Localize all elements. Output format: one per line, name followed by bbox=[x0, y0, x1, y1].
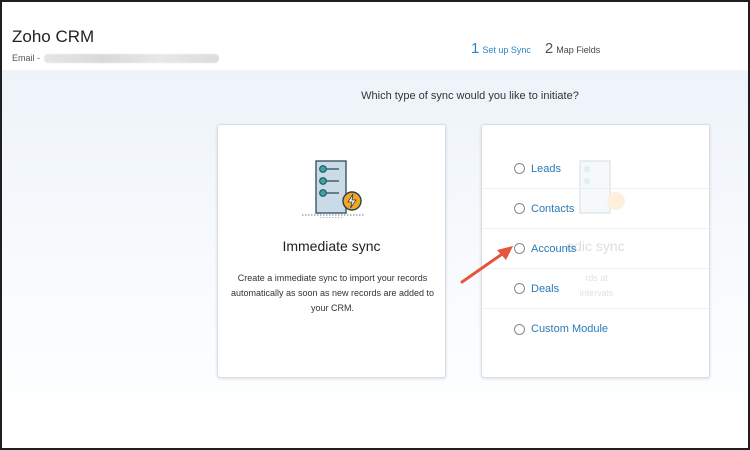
radio-button[interactable] bbox=[514, 323, 525, 335]
module-option-leads[interactable]: Leads bbox=[482, 149, 709, 189]
step-indicator: 1 Set up Sync 2 Map Fields bbox=[471, 40, 614, 57]
step-map-fields[interactable]: 2 Map Fields bbox=[545, 40, 600, 57]
step-setup-sync[interactable]: 1 Set up Sync bbox=[471, 40, 531, 57]
immediate-sync-card[interactable]: Immediate sync Create a immediate sync t… bbox=[217, 124, 446, 378]
annotation-arrow-icon bbox=[460, 246, 513, 284]
module-option-custom-module[interactable]: Custom Module bbox=[482, 309, 709, 349]
app-frame: Zoho CRM Email - 1 Set up Sync 2 Map Fie… bbox=[0, 0, 750, 450]
step-label: Map Fields bbox=[556, 45, 601, 55]
step-label: Set up Sync bbox=[482, 45, 531, 55]
step-number: 2 bbox=[544, 40, 554, 57]
radio-button[interactable] bbox=[514, 163, 525, 174]
immediate-sync-title: Immediate sync bbox=[282, 238, 381, 254]
module-option-label: Custom Module bbox=[531, 323, 609, 335]
header: Zoho CRM Email - 1 Set up Sync 2 Map Fie… bbox=[2, 2, 748, 70]
module-option-label: Contacts bbox=[531, 202, 575, 215]
module-option-label: Deals bbox=[531, 282, 560, 295]
radio-button[interactable] bbox=[514, 203, 525, 214]
app-title: Zoho CRM bbox=[12, 27, 95, 46]
sync-type-content: Which type of sync would you like to ini… bbox=[2, 70, 748, 448]
sync-question: Which type of sync would you like to ini… bbox=[361, 90, 579, 102]
email-row: Email - bbox=[12, 53, 220, 63]
module-option-label: Accounts bbox=[531, 242, 577, 255]
module-option-contacts[interactable]: Contacts bbox=[482, 189, 709, 229]
email-label: Email - bbox=[12, 53, 41, 63]
step-number: 1 bbox=[471, 40, 480, 57]
immediate-sync-illustration-icon bbox=[302, 160, 364, 218]
immediate-sync-description: Create a immediate sync to import your r… bbox=[230, 273, 435, 313]
email-redacted bbox=[44, 53, 220, 63]
module-option-label: Leads bbox=[531, 162, 561, 175]
